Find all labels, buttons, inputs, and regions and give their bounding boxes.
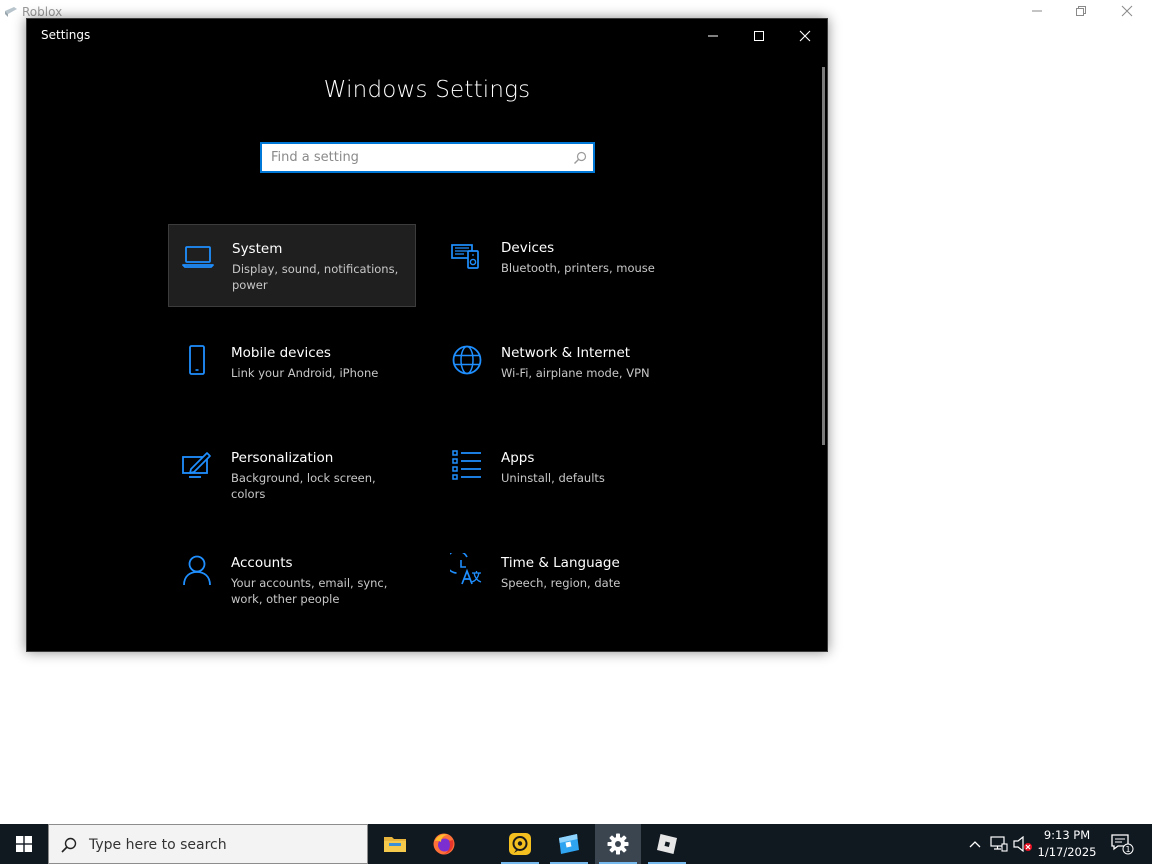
close-icon	[799, 30, 811, 42]
minimize-icon	[708, 35, 718, 37]
tile-description: Link your Android, iPhone	[231, 366, 379, 380]
search-input[interactable]	[262, 144, 593, 171]
notification-icon: 1	[1111, 834, 1134, 855]
laptop-icon	[182, 246, 214, 268]
scrollbar[interactable]	[822, 67, 825, 445]
tile-network-internet[interactable]: Network & Internet Wi-Fi, airplane mode,…	[438, 329, 686, 412]
restore-icon	[1076, 6, 1086, 16]
windows-logo-icon	[16, 836, 32, 852]
clock-date: 1/17/2025	[1037, 845, 1097, 859]
tile-devices[interactable]: Devices Bluetooth, printers, mouse	[438, 224, 686, 307]
taskbar-roblox-studio[interactable]	[546, 824, 592, 864]
maximize-icon	[754, 31, 764, 41]
tile-description: Background, lock screen, colors	[231, 471, 376, 501]
search-box[interactable]	[260, 142, 595, 173]
tile-accounts[interactable]: Accounts Your accounts, email, sync, wor…	[168, 539, 416, 622]
taskbar: Type here to search 9:13 PM 1/17/2025 1	[0, 824, 1152, 864]
apps-list-icon	[452, 450, 481, 480]
search-icon	[61, 837, 77, 853]
tile-personalization[interactable]: Personalization Background, lock screen,…	[168, 434, 416, 517]
settings-window: Settings Windows Settings System Display…	[26, 18, 828, 652]
background-restore-button[interactable]	[1058, 2, 1104, 20]
volume-muted-icon	[1013, 836, 1032, 852]
tile-title: Accounts	[231, 555, 293, 571]
tray-volume[interactable]	[1012, 824, 1034, 864]
maximize-button[interactable]	[736, 19, 782, 53]
roblox-studio-icon	[559, 834, 579, 854]
tile-description: Wi-Fi, airplane mode, VPN	[501, 366, 650, 380]
firefox-icon	[433, 833, 455, 855]
background-close-button[interactable]	[1104, 2, 1150, 20]
tile-description: Uninstall, defaults	[501, 471, 605, 485]
tile-description: Speech, region, date	[501, 576, 621, 590]
tile-system[interactable]: System Display, sound, notifications, po…	[168, 224, 416, 307]
chevron-up-icon	[969, 841, 981, 848]
close-button[interactable]	[782, 19, 827, 53]
tile-mobile-devices[interactable]: Mobile devices Link your Android, iPhone	[168, 329, 416, 412]
tile-time-language[interactable]: Time & Language Speech, region, date	[438, 539, 686, 622]
tile-title: Devices	[501, 240, 555, 256]
settings-titlebar[interactable]: Settings	[27, 19, 827, 53]
tile-apps[interactable]: Apps Uninstall, defaults	[438, 434, 686, 517]
window-title: Settings	[41, 28, 91, 42]
notification-count: 1	[1125, 845, 1130, 854]
minimize-icon	[1032, 10, 1042, 12]
time-language-icon	[450, 553, 482, 585]
background-window-title-text: Roblox	[22, 5, 63, 19]
tray-network[interactable]	[988, 824, 1010, 864]
taskbar-firefox[interactable]	[421, 824, 467, 864]
roblox-icon	[5, 7, 17, 17]
background-minimize-button[interactable]	[1014, 2, 1060, 20]
globe-icon	[452, 345, 482, 375]
taskbar-search-box[interactable]: Type here to search	[48, 824, 368, 864]
tile-title: Apps	[501, 450, 535, 466]
person-icon	[183, 555, 211, 586]
devices-icon	[451, 244, 479, 269]
tile-title: System	[232, 241, 283, 257]
phone-icon	[189, 345, 205, 375]
tile-title: Mobile devices	[231, 345, 331, 361]
page-title: Windows Settings	[323, 77, 531, 103]
clock-time: 9:13 PM	[1043, 828, 1091, 842]
tile-title: Personalization	[231, 450, 334, 466]
close-icon	[1121, 5, 1133, 17]
tile-description: Your accounts, email, sync, work, other …	[231, 576, 388, 606]
network-ethernet-icon	[990, 836, 1008, 852]
taskbar-clock[interactable]: 9:13 PM 1/17/2025	[1036, 827, 1098, 861]
taskbar-roblox[interactable]	[644, 824, 690, 864]
roblox-icon	[657, 834, 677, 854]
action-center-button[interactable]: 1	[1106, 824, 1138, 864]
gear-icon	[607, 833, 629, 855]
tile-description: Bluetooth, printers, mouse	[501, 261, 655, 275]
paint-icon	[182, 452, 211, 478]
search-icon[interactable]	[573, 151, 587, 165]
start-button[interactable]	[0, 824, 48, 864]
taskbar-file-explorer[interactable]	[372, 824, 418, 864]
tile-description: Display, sound, notifications, power	[232, 262, 399, 292]
tile-title: Time & Language	[501, 555, 620, 571]
folder-icon	[384, 837, 406, 852]
minimize-button[interactable]	[690, 19, 736, 53]
taskbar-search-placeholder: Type here to search	[89, 837, 227, 853]
tile-title: Network & Internet	[501, 345, 631, 361]
tray-show-hidden-icons[interactable]	[964, 824, 986, 864]
chat-app-icon	[509, 833, 531, 855]
taskbar-chat-app[interactable]	[497, 824, 543, 864]
taskbar-settings[interactable]	[595, 824, 641, 864]
